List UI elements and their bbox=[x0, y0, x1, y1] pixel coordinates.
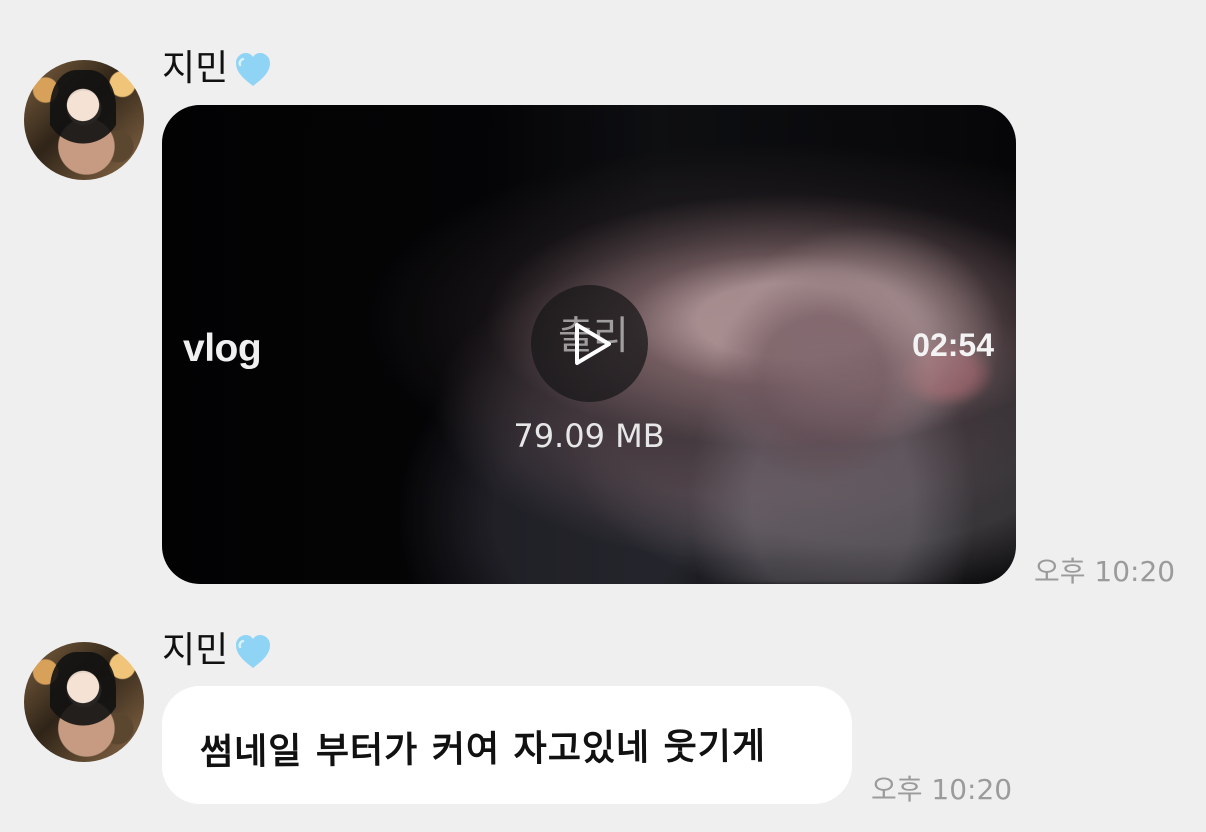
sender-name-row: 지민 bbox=[162, 629, 274, 673]
message-time: 오후 10:20 bbox=[871, 773, 1013, 806]
message-time: 오후 10:20 bbox=[1034, 555, 1176, 588]
play-icon bbox=[574, 322, 611, 365]
sender-avatar[interactable] bbox=[24, 642, 144, 762]
play-button[interactable]: 출리 bbox=[531, 285, 648, 402]
video-duration: 02:54 bbox=[912, 327, 994, 363]
message-text: 썸네일 부터가 커여 자고있네 웃기게 bbox=[199, 726, 767, 774]
video-file-size: 79.09 MB bbox=[513, 417, 665, 455]
blue-heart-icon bbox=[232, 632, 274, 670]
text-message-bubble[interactable]: 썸네일 부터가 커여 자고있네 웃기게 bbox=[162, 686, 852, 804]
blue-heart-icon bbox=[232, 50, 274, 88]
sender-avatar[interactable] bbox=[24, 60, 144, 180]
sender-name: 지민 bbox=[162, 48, 229, 89]
sender-name-row: 지민 bbox=[162, 47, 274, 91]
video-title: vlog bbox=[183, 327, 262, 370]
sender-name: 지민 bbox=[162, 630, 229, 671]
video-message-bubble[interactable]: vlog 02:54 출리 79.09 MB bbox=[162, 105, 1016, 584]
